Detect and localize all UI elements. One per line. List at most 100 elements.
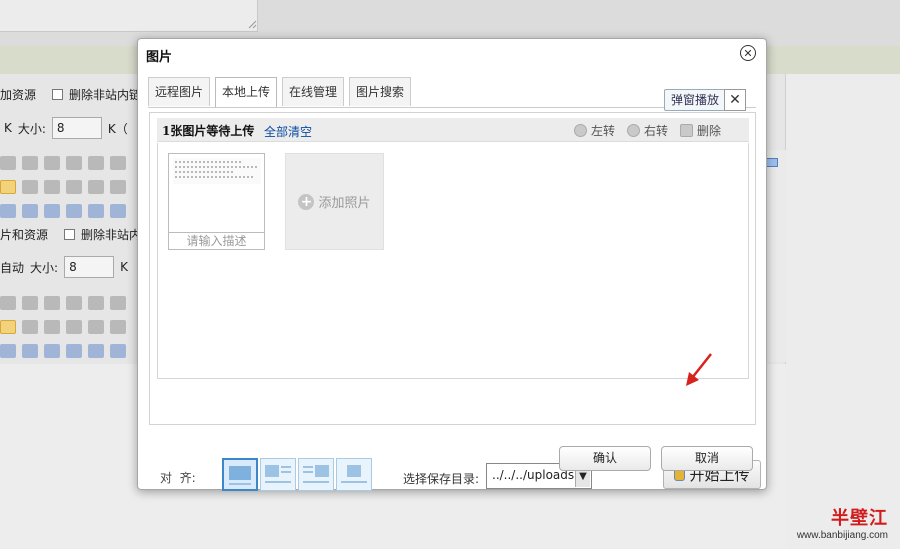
watermark-url: www.banbijiang.com: [796, 530, 888, 541]
bg-resource-text-2: 片和资源: [0, 228, 49, 242]
subscript-icon-2[interactable]: [44, 296, 60, 310]
bg-toolbar-row6: [0, 344, 126, 358]
align-left-icon[interactable]: [0, 180, 16, 194]
delete-label: 删除: [696, 124, 721, 138]
font-size-down-icon-2[interactable]: [110, 320, 126, 334]
table-merge-icon-2[interactable]: [66, 344, 82, 358]
thumbnail-preview-icon: [173, 158, 261, 184]
bg-remove-links-checkbox-2[interactable]: [64, 229, 76, 240]
table-col-icon-2[interactable]: [44, 344, 60, 358]
align-none-button[interactable]: [222, 458, 258, 491]
bg-size-label-2: 大小:: [30, 260, 59, 275]
bg-k-unit-2: K: [120, 260, 128, 274]
delete-button[interactable]: 删除: [679, 122, 721, 139]
bg-toolbar-row3: [0, 204, 126, 218]
eraser-icon-2[interactable]: [66, 296, 82, 310]
dialog-title: 图片: [146, 50, 173, 65]
monitor-icon[interactable]: [766, 158, 778, 167]
bg-toolbar-row2: [0, 180, 126, 194]
align-right-icon-2[interactable]: [44, 320, 60, 334]
image-thumbnail[interactable]: 请输入描述: [168, 153, 265, 250]
confirm-button[interactable]: 确认: [559, 446, 651, 471]
align-center-button[interactable]: [336, 458, 372, 491]
format-brush-icon-2[interactable]: [88, 296, 104, 310]
watermark: 半壁江 www.banbijiang.com: [797, 504, 888, 541]
format-brush-icon[interactable]: [88, 156, 104, 170]
upload-header: 1张图片等待上传 全部清空 左转 右转 删除: [157, 118, 749, 142]
background-textarea[interactable]: [0, 0, 258, 32]
rotate-left-button[interactable]: 左转: [573, 122, 615, 139]
align-right-icon[interactable]: [44, 180, 60, 194]
align-justify-icon[interactable]: [66, 180, 82, 194]
tab-remote-image[interactable]: 远程图片: [148, 77, 211, 106]
font-size-up-icon-2[interactable]: [88, 320, 104, 334]
superscript-icon-2[interactable]: [22, 296, 38, 310]
close-icon[interactable]: ✕: [740, 45, 756, 61]
rotate-left-label: 左转: [590, 124, 615, 138]
thumbnail-description[interactable]: 请输入描述: [169, 232, 264, 249]
align-options: [222, 458, 372, 491]
bg-size-input-2[interactable]: 8: [64, 256, 115, 278]
queue-status: 1张图片等待上传: [162, 124, 255, 138]
strikethrough-icon-2[interactable]: [0, 296, 16, 310]
bg-size-input[interactable]: 8: [51, 117, 102, 139]
table-merge-icon[interactable]: [66, 204, 82, 218]
rotate-left-icon: [573, 124, 587, 137]
clear-all-link[interactable]: 全部清空: [264, 123, 312, 140]
add-photo-label: 添加照片: [318, 196, 371, 211]
plus-icon: +: [298, 193, 315, 210]
upload-panel: 1张图片等待上传 全部清空 左转 右转 删除 请输入描述 + 添加照片 对 齐:…: [149, 112, 761, 491]
align-right-button[interactable]: [298, 458, 334, 491]
table-delete-icon-2[interactable]: [110, 344, 126, 358]
bg-k-label: K: [4, 121, 12, 135]
magic-wand-icon[interactable]: [110, 156, 126, 170]
popup-close-icon[interactable]: ✕: [724, 89, 746, 111]
align-center-icon[interactable]: [22, 180, 38, 194]
align-left-icon-2[interactable]: [0, 320, 16, 334]
table-icon[interactable]: [0, 204, 16, 218]
rotate-right-icon: [626, 124, 640, 137]
bg-resource-text: 加资源: [0, 88, 37, 102]
font-size-up-icon[interactable]: [88, 180, 104, 194]
font-size-down-icon[interactable]: [110, 180, 126, 194]
bg-remove-links-checkbox[interactable]: [52, 89, 64, 100]
table-icon-2[interactable]: [0, 344, 16, 358]
bg-toolbar-row5: [0, 320, 126, 334]
tab-online-manage[interactable]: 在线管理: [282, 77, 345, 106]
subscript-icon[interactable]: [44, 156, 60, 170]
eraser-icon[interactable]: [66, 156, 82, 170]
upload-area: 请输入描述 + 添加照片: [157, 143, 749, 379]
table-split-icon[interactable]: [88, 204, 104, 218]
rotate-right-label: 右转: [643, 124, 668, 138]
image-dialog: 图片 ✕ 远程图片 本地上传 在线管理 图片搜索 弹窗播放 ✕ 1张图片等待上传…: [137, 38, 767, 491]
bg-row-size-2: 自动 大小: 8 K: [0, 256, 128, 278]
add-photo-button[interactable]: + 添加照片: [285, 153, 384, 250]
bg-k-unit: K（: [107, 121, 128, 136]
header-actions: 左转 右转 删除: [573, 122, 721, 139]
align-justify-icon-2[interactable]: [66, 320, 82, 334]
table-row-icon-2[interactable]: [22, 344, 38, 358]
cancel-button[interactable]: 取消: [661, 446, 753, 471]
dialog-tabs: 远程图片 本地上传 在线管理 图片搜索: [148, 77, 412, 108]
align-left-button[interactable]: [260, 458, 296, 491]
rotate-right-button[interactable]: 右转: [626, 122, 668, 139]
table-col-icon[interactable]: [44, 204, 60, 218]
bg-auto-label: 自动: [0, 260, 25, 275]
table-delete-icon[interactable]: [110, 204, 126, 218]
delete-icon: [679, 124, 693, 137]
save-dir-label: 选择保存目录:: [403, 472, 480, 486]
resize-handle-icon[interactable]: [248, 20, 257, 29]
magic-wand-icon-2[interactable]: [110, 296, 126, 310]
tab-image-search[interactable]: 图片搜索: [349, 77, 412, 106]
align-center-icon-2[interactable]: [22, 320, 38, 334]
popup-play-button[interactable]: 弹窗播放: [664, 89, 727, 111]
tab-local-upload[interactable]: 本地上传: [215, 77, 278, 108]
strikethrough-icon[interactable]: [0, 156, 16, 170]
superscript-icon[interactable]: [22, 156, 38, 170]
table-split-icon-2[interactable]: [88, 344, 104, 358]
bg-toolbar-row1: [0, 156, 126, 170]
watermark-logo: 半壁江: [831, 508, 888, 529]
table-row-icon[interactable]: [22, 204, 38, 218]
align-label: 对 齐:: [160, 471, 196, 485]
bg-toolbar-row4: [0, 296, 126, 310]
